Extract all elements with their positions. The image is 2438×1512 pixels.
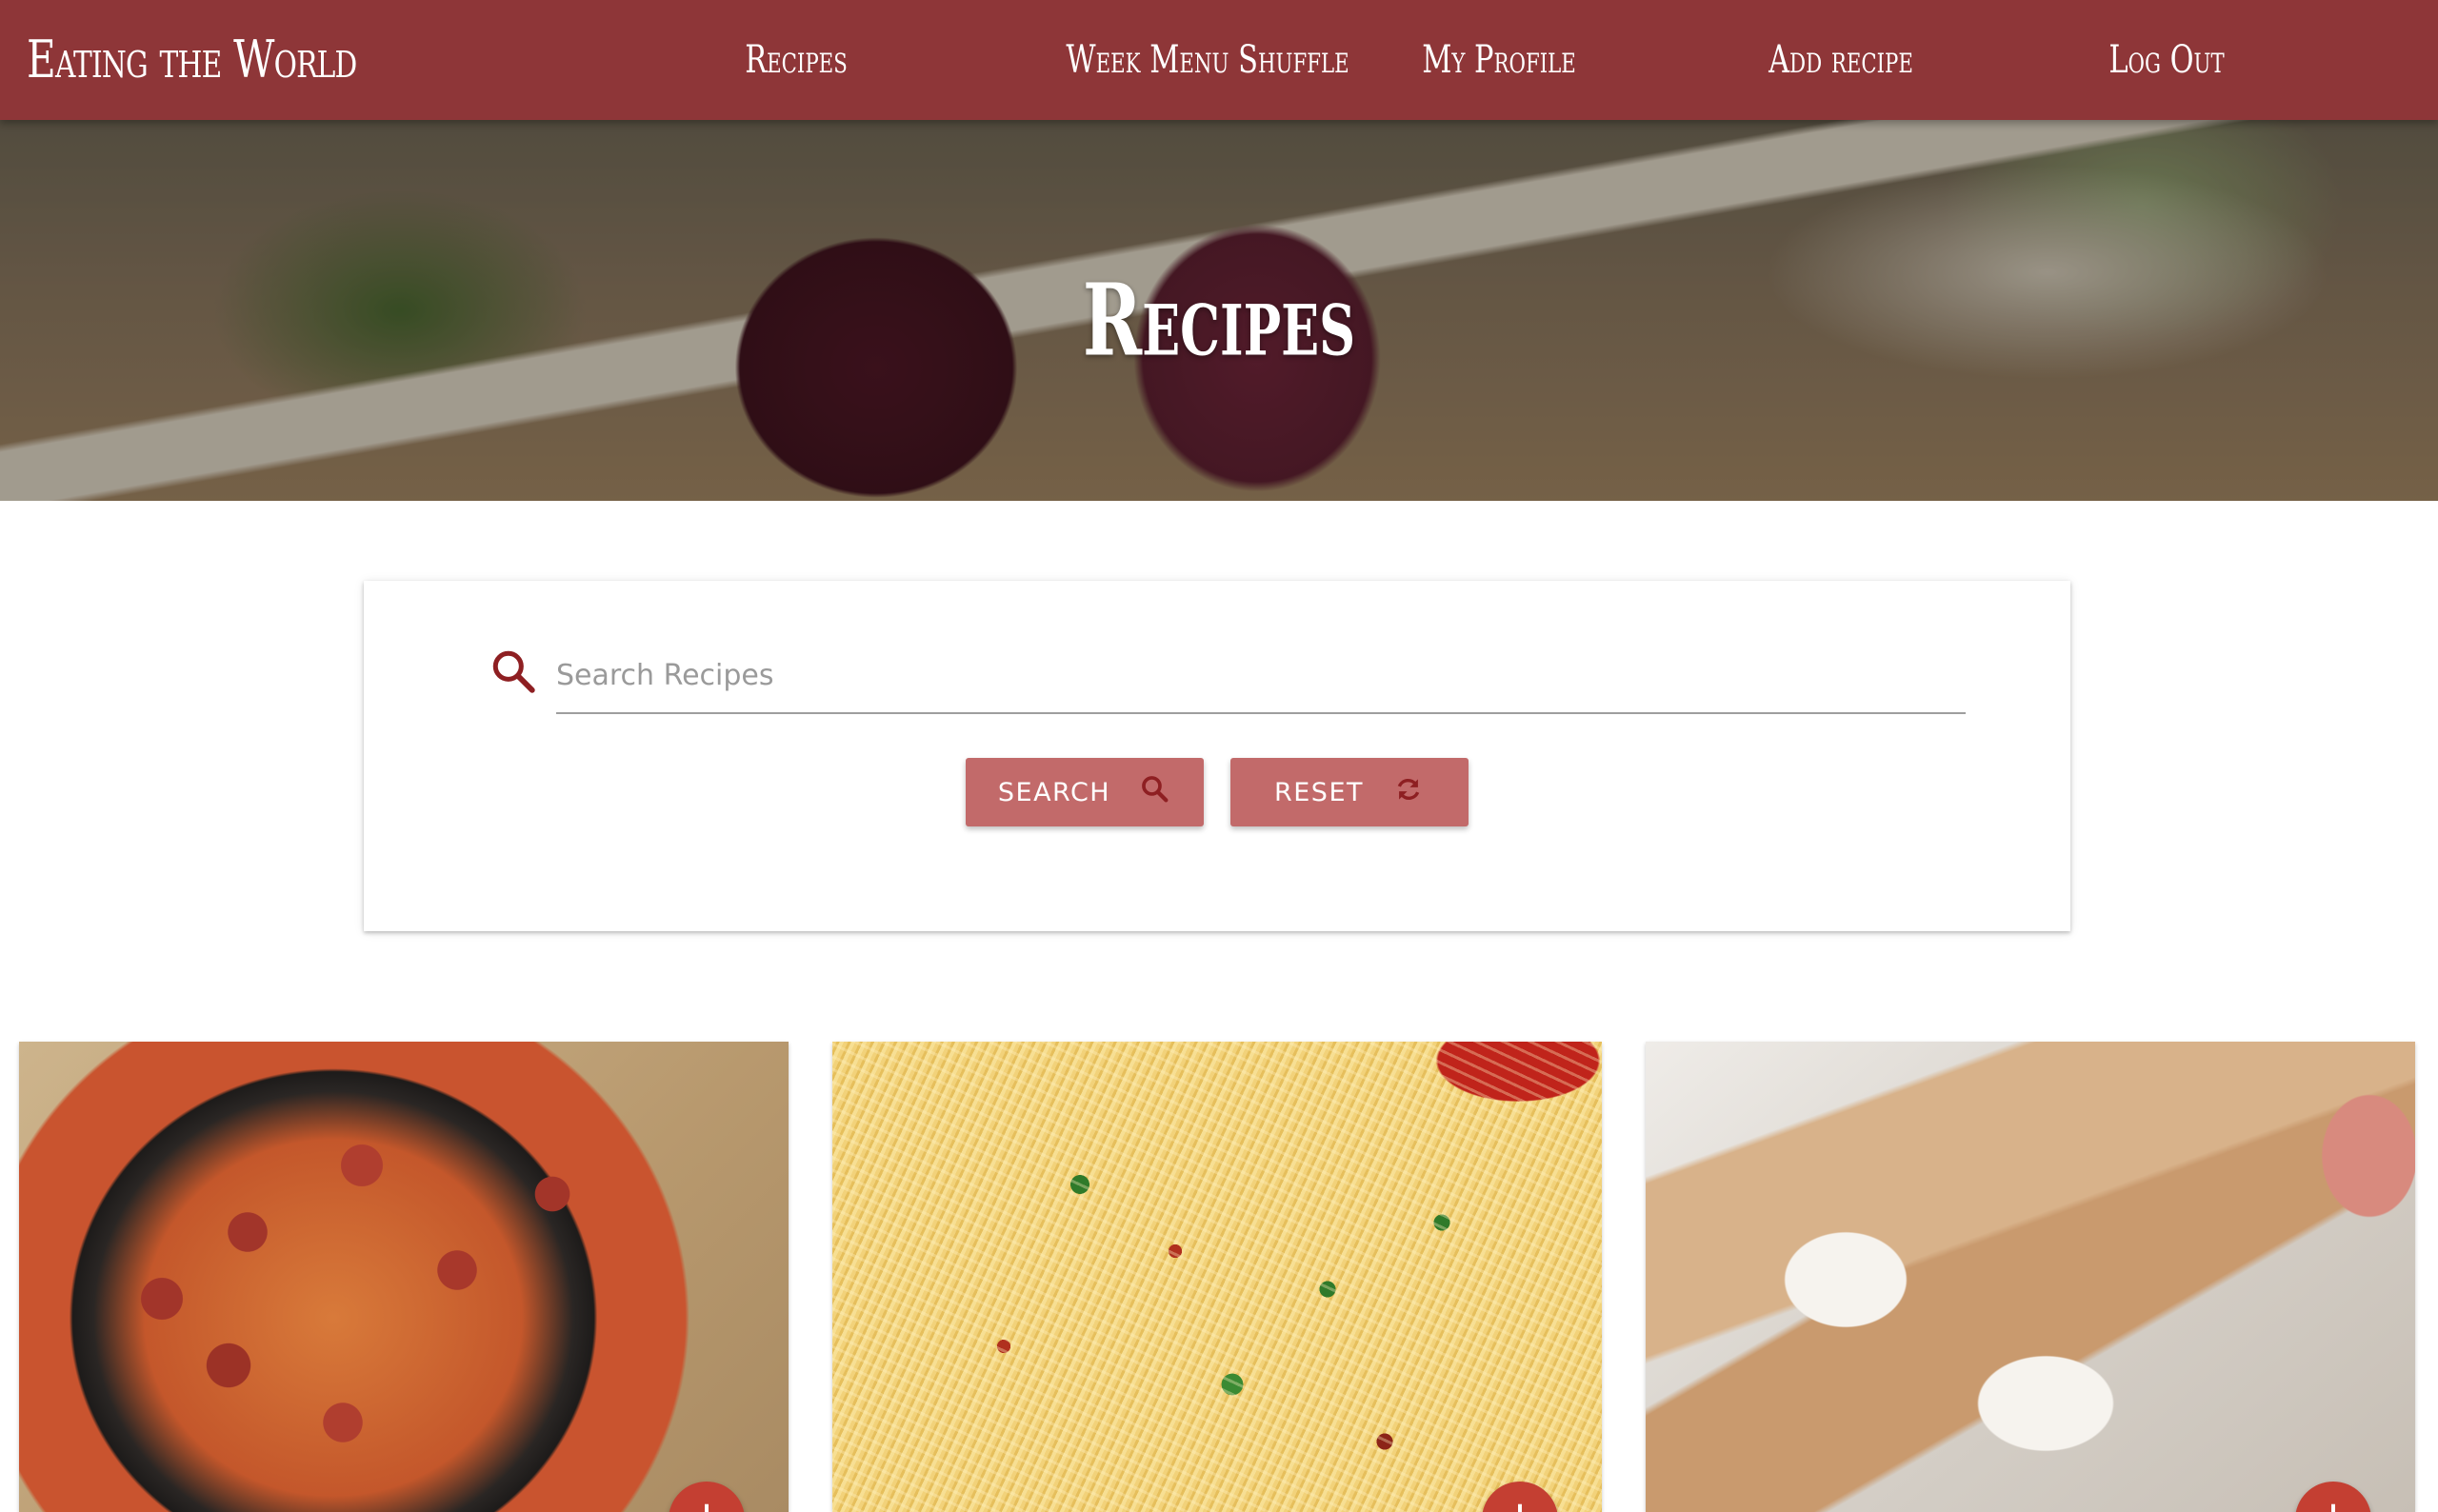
top-navbar: Eating the World Recipes Week Menu Shuff… <box>0 0 2438 120</box>
recipe-card[interactable]: + <box>832 1042 1602 1512</box>
reset-button[interactable]: RESET <box>1230 758 1469 826</box>
nav-link-week-menu-shuffle[interactable]: Week Menu Shuffle <box>1066 0 1349 120</box>
hero-banner: Recipes <box>0 120 2438 501</box>
recipe-image[interactable] <box>19 1042 789 1512</box>
recipe-card[interactable]: + <box>19 1042 789 1512</box>
search-button-label: SEARCH <box>997 777 1111 807</box>
search-icon <box>1139 773 1171 812</box>
brand-logo[interactable]: Eating the World <box>27 0 357 120</box>
nav-link-log-out[interactable]: Log Out <box>2108 0 2224 120</box>
recipe-image-texture <box>832 1042 1602 1512</box>
recipe-card[interactable]: + <box>1646 1042 2415 1512</box>
search-input[interactable] <box>556 638 1966 714</box>
search-icon <box>490 647 537 695</box>
reset-button-label: RESET <box>1273 777 1364 807</box>
nav-link-my-profile[interactable]: My Profile <box>1422 0 1576 120</box>
page-title: Recipes <box>1082 261 1356 379</box>
recipe-image[interactable] <box>1646 1042 2415 1512</box>
search-card: SEARCH RESET <box>364 581 2070 931</box>
search-button[interactable]: SEARCH <box>966 758 1204 826</box>
nav-link-recipes[interactable]: Recipes <box>745 0 848 120</box>
refresh-icon <box>1392 773 1425 812</box>
nav-link-add-recipe[interactable]: Add recipe <box>1769 0 1913 120</box>
